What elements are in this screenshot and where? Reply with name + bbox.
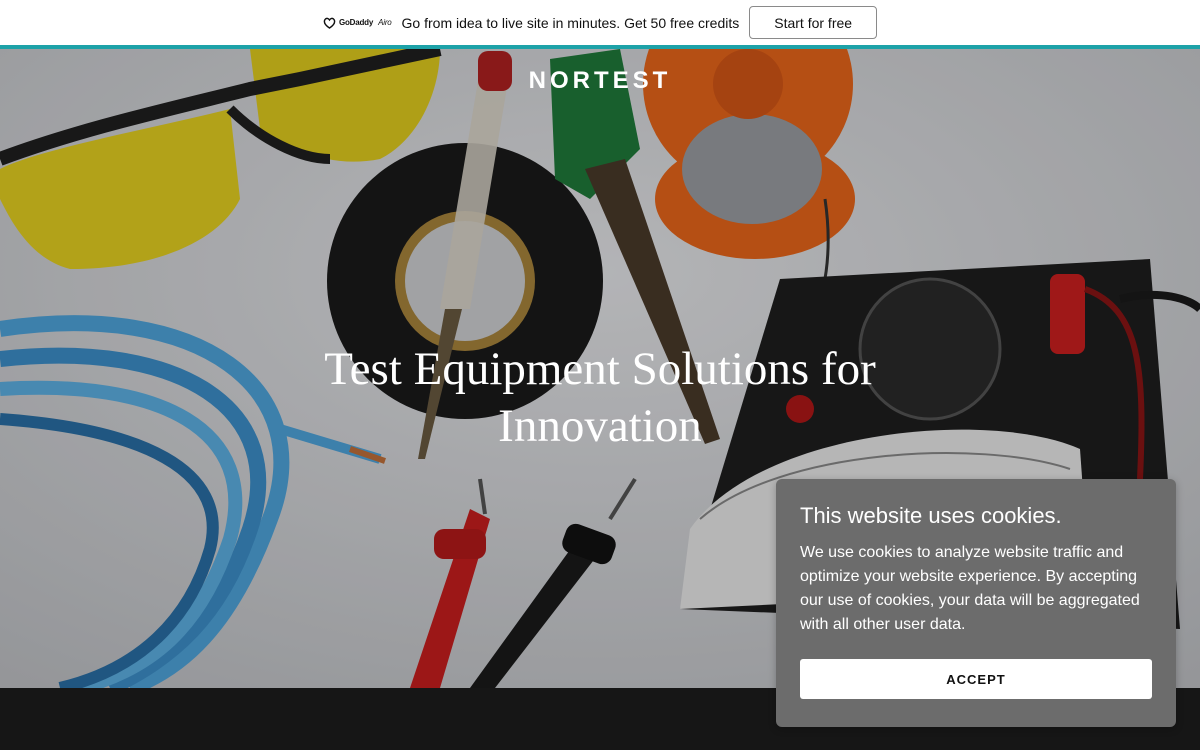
brand-product: Airo: [378, 18, 392, 27]
godaddy-logo-icon: [323, 17, 336, 29]
brand-name: GoDaddy: [338, 18, 374, 27]
hero-heading: Test Equipment Solutions for Innovation: [324, 343, 876, 452]
godaddy-airo-logo[interactable]: GoDaddy Airo: [323, 17, 392, 29]
accept-cookies-button[interactable]: ACCEPT: [800, 659, 1152, 699]
start-for-free-button[interactable]: Start for free: [749, 6, 878, 39]
cookie-description: We use cookies to analyze website traffi…: [800, 544, 1140, 633]
promo-message: Go from idea to live site in minutes. Ge…: [401, 14, 740, 31]
cookie-title: This website uses cookies.: [800, 503, 1062, 528]
cookie-consent-dialog: This website uses cookies. We use cookie…: [776, 479, 1176, 727]
promo-banner: GoDaddy Airo Go from idea to live site i…: [0, 0, 1200, 45]
site-title[interactable]: NORTEST: [0, 67, 1200, 95]
